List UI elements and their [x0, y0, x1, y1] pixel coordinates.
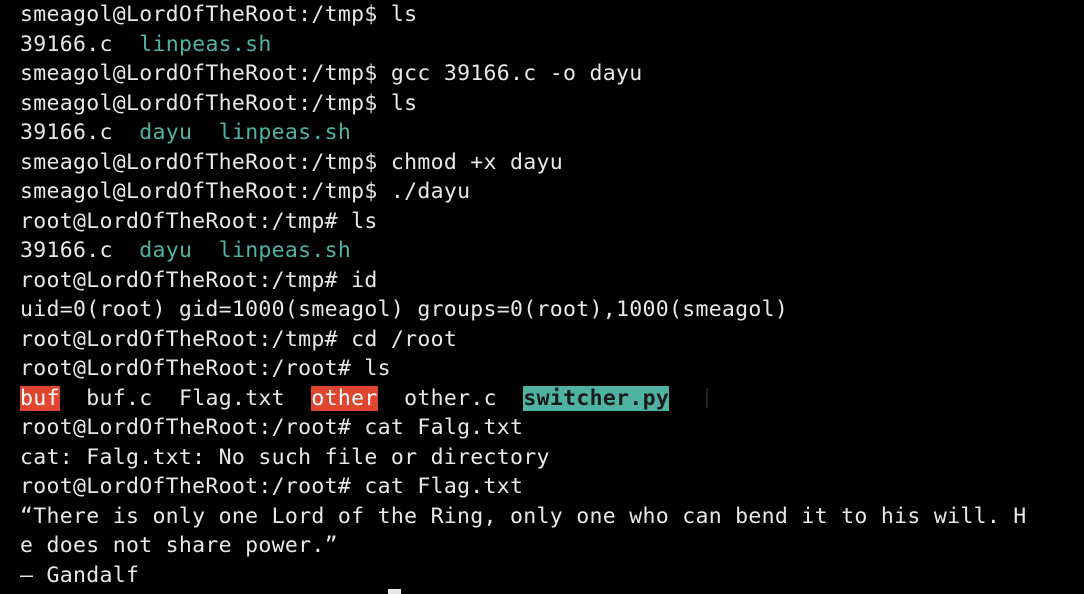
- command-output: cat: Falg.txt: No such file or directory: [20, 444, 550, 470]
- terminal-window[interactable]: smeagol@LordOfTheRoot:/tmp$ ls 39166.c l…: [0, 0, 1084, 594]
- command-output: e does not share power.”: [20, 533, 338, 558]
- file-entry-executable: linpeas.sh: [218, 120, 352, 145]
- file-entry-executable: linpeas.sh: [218, 238, 352, 263]
- shell-prompt: root@LordOfTheRoot:/root#: [20, 474, 352, 499]
- mouse-ibeam-cursor-icon: [706, 388, 708, 408]
- ls-output: buf buf.c Flag.txt other other.c switche…: [20, 384, 1084, 414]
- command-text: ls: [390, 90, 418, 116]
- terminal-line: root@LordOfTheRoot:/tmp# ls: [20, 207, 1084, 237]
- text-cursor-icon: [388, 589, 401, 594]
- terminal-line: root@LordOfTheRoot:/root# cat Flag.txt: [20, 472, 1084, 502]
- file-entry-highlighted: buf: [20, 385, 60, 411]
- command-text: chmod +x dayu: [390, 149, 564, 175]
- ls-output: 39166.c linpeas.sh: [20, 30, 1084, 60]
- terminal-line: smeagol@LordOfTheRoot:/tmp$ gcc 39166.c …: [20, 59, 1084, 89]
- file-entry: 39166.c: [20, 238, 113, 263]
- terminal-line: root@LordOfTheRoot:/root# cat Falg.txt: [20, 413, 1084, 443]
- file-entry-executable-highlighted: switcher.py: [523, 385, 670, 411]
- shell-prompt: root@LordOfTheRoot:/root#: [20, 415, 352, 440]
- file-entry-highlighted: other: [311, 385, 378, 411]
- command-text: ./dayu: [390, 179, 471, 204]
- terminal-line: root@LordOfTheRoot:/tmp# id: [20, 266, 1084, 296]
- command-output: uid=0(root) gid=1000(smeagol) groups=0(r…: [20, 297, 789, 322]
- command-output: – Gandalf: [20, 562, 140, 588]
- file-entry-executable: dayu: [139, 238, 193, 263]
- command-text: ls: [390, 2, 418, 27]
- terminal-line: root@LordOfTheRoot:/tmp# cd /root: [20, 325, 1084, 355]
- file-entry-executable: linpeas.sh: [139, 31, 272, 57]
- command-output: “There is only one Lord of the Ring, onl…: [20, 503, 1027, 529]
- shell-prompt: smeagol@LordOfTheRoot:/tmp$: [20, 179, 378, 204]
- shell-prompt: smeagol@LordOfTheRoot:/tmp$: [20, 2, 378, 27]
- shell-prompt: smeagol@LordOfTheRoot:/tmp$: [20, 149, 378, 175]
- file-entry: other.c: [404, 385, 497, 411]
- terminal-line: smeagol@LordOfTheRoot:/tmp$ ls: [20, 89, 1084, 119]
- shell-prompt: smeagol@LordOfTheRoot:/tmp$: [20, 90, 378, 116]
- file-entry: buf.c: [86, 385, 153, 411]
- command-text: ls: [364, 356, 391, 381]
- ls-output: 39166.c dayu linpeas.sh: [20, 236, 1084, 266]
- shell-prompt: smeagol@LordOfTheRoot:/tmp$: [20, 61, 378, 86]
- shell-prompt: root@LordOfTheRoot:/tmp#: [20, 267, 338, 293]
- command-text: gcc 39166.c -o dayu: [390, 61, 643, 86]
- shell-prompt: root@LordOfTheRoot:/root#: [20, 356, 352, 381]
- file-entry: 39166.c: [20, 120, 113, 145]
- command-text: ls: [351, 208, 378, 234]
- shell-prompt: root@LordOfTheRoot:/tmp#: [20, 326, 338, 352]
- command-text: cat Falg.txt: [364, 415, 524, 440]
- command-text: cd /root: [351, 326, 458, 352]
- command-text: cat Flag.txt: [364, 474, 524, 499]
- file-entry: 39166.c: [20, 31, 113, 57]
- file-entry-executable: dayu: [139, 120, 193, 145]
- ls-output: 39166.c dayu linpeas.sh: [20, 118, 1084, 148]
- shell-prompt: root@LordOfTheRoot:/tmp#: [20, 208, 338, 234]
- terminal-line: smeagol@LordOfTheRoot:/tmp$ ./dayu: [20, 177, 1084, 207]
- command-text: id: [351, 267, 378, 293]
- terminal-line: smeagol@LordOfTheRoot:/tmp$ ls: [20, 0, 1084, 30]
- terminal-line: smeagol@LordOfTheRoot:/tmp$ chmod +x day…: [20, 148, 1084, 178]
- terminal-line: root@LordOfTheRoot:/root# ls: [20, 354, 1084, 384]
- file-entry: Flag.txt: [178, 385, 285, 411]
